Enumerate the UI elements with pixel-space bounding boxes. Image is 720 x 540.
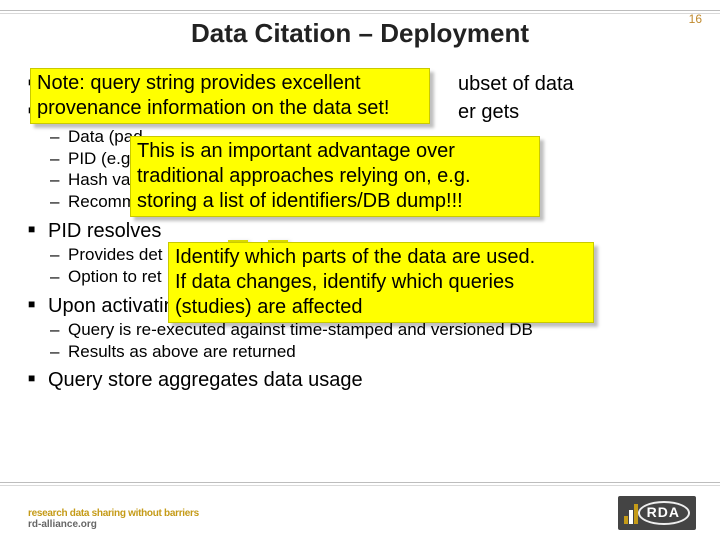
footer: research data sharing without barriers r… (0, 482, 720, 540)
bullet-level1: PID resolves (28, 219, 692, 243)
bullet-level2: Query is re-executed against time-stampe… (28, 320, 692, 341)
note-line: If data changes, identify which queries (175, 270, 587, 295)
note-line: (studies) are affected (175, 295, 587, 320)
slide: Data Citation – Deployment 16 ubset of d… (0, 0, 720, 540)
bullet-text: Option to ret (68, 267, 162, 286)
note-line: Note: query string provides excellent (37, 71, 423, 96)
footer-right-logo: RDA (618, 496, 696, 530)
logo-bars-icon (624, 502, 638, 524)
callout-note-identify: Identify which parts of the data are use… (168, 242, 594, 323)
footer-left-logo: research data sharing without barriers r… (28, 508, 199, 530)
callout-note-provenance: Note: query string provides excellent pr… (30, 68, 430, 124)
note-line: traditional approaches relying on, e.g. (137, 164, 533, 189)
note-line: This is an important advantage over (137, 139, 533, 164)
bullet-text: ubset of data (458, 73, 574, 95)
footer-url: rd-alliance.org (28, 519, 199, 530)
header-divider (0, 10, 720, 16)
bullet-level1: Query store aggregates data usage (28, 368, 692, 392)
bullet-text: Provides det (68, 245, 163, 264)
note-line: Identify which parts of the data are use… (175, 245, 587, 270)
page-number: 16 (689, 12, 702, 26)
callout-note-advantage: This is an important advantage over trad… (130, 136, 540, 217)
logo-text: RDA (647, 504, 680, 520)
bullet-text: er gets (458, 101, 519, 123)
bullet-text: PID resolves (48, 220, 161, 242)
bullet-text: Query store aggregates data usage (48, 369, 363, 391)
footer-tagline: research data sharing without barriers (28, 508, 199, 519)
bullet-text: PID (e.g. (68, 149, 135, 168)
note-line: provenance information on the data set! (37, 96, 423, 121)
slide-title: Data Citation – Deployment (0, 18, 720, 49)
bullet-text: Results as above are returned (68, 342, 296, 361)
note-line: storing a list of identifiers/DB dump!!! (137, 189, 533, 214)
bullet-level2: Results as above are returned (28, 342, 692, 363)
